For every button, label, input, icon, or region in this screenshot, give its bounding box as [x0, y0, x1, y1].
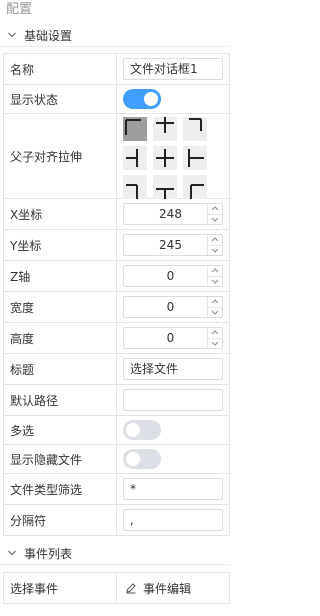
anchor-top-left[interactable] — [123, 117, 147, 141]
width-stepper[interactable]: 0 — [123, 296, 223, 318]
y-row: Y坐标 245 — [4, 230, 229, 261]
separator-row: 分隔符 , — [4, 505, 229, 536]
path-label: 默认路径 — [4, 385, 117, 415]
decrement-icon[interactable] — [208, 306, 222, 318]
height-value: 0 — [166, 331, 175, 345]
width-row: 宽度 0 — [4, 292, 229, 323]
chevron-down-icon — [6, 29, 18, 41]
panel-title: 配置 — [6, 2, 33, 17]
decrement-icon[interactable] — [208, 244, 222, 256]
basic-property-grid: 名称 文件对话框1 显示状态 父子对齐拉伸 X坐标 248 Y坐标 245 Z轴… — [3, 53, 230, 536]
multi-label: 多选 — [4, 416, 117, 444]
z-row: Z轴 0 — [4, 261, 229, 292]
decrement-icon[interactable] — [208, 213, 222, 225]
x-stepper[interactable]: 248 — [123, 203, 223, 225]
x-value: 248 — [159, 207, 182, 221]
anchor-middle-left[interactable] — [123, 146, 147, 170]
anchor-grid — [121, 114, 207, 199]
anchor-bottom-center[interactable] — [153, 175, 177, 199]
edit-event-label: 事件编辑 — [143, 581, 192, 596]
select-event-label: 选择事件 — [4, 573, 117, 603]
name-row: 名称 文件对话框1 — [4, 54, 229, 85]
anchor-center[interactable] — [153, 146, 177, 170]
visible-toggle[interactable] — [123, 89, 161, 109]
width-label: 宽度 — [4, 292, 117, 322]
anchor-row: 父子对齐拉伸 — [4, 114, 229, 199]
chevron-down-icon — [6, 547, 18, 559]
hidden-files-row: 显示隐藏文件 — [4, 445, 229, 474]
y-value: 245 — [159, 238, 182, 252]
height-label: 高度 — [4, 323, 117, 353]
y-stepper[interactable]: 245 — [123, 234, 223, 256]
filter-label: 文件类型筛选 — [4, 474, 117, 504]
visible-row: 显示状态 — [4, 85, 229, 114]
events-section-title: 事件列表 — [24, 546, 73, 561]
filter-row: 文件类型筛选 * — [4, 474, 229, 505]
caption-label: 标题 — [4, 354, 117, 384]
width-value: 0 — [166, 300, 175, 314]
select-event-row: 选择事件 事件编辑 — [4, 573, 229, 604]
edit-icon — [125, 582, 137, 594]
filter-input[interactable]: * — [123, 478, 223, 500]
z-label: Z轴 — [4, 261, 117, 291]
basic-section-header[interactable]: 基础设置 — [0, 24, 231, 47]
increment-icon[interactable] — [208, 266, 222, 276]
increment-icon[interactable] — [208, 328, 222, 338]
basic-section-title: 基础设置 — [24, 28, 73, 43]
anchor-middle-right[interactable] — [183, 146, 207, 170]
increment-icon[interactable] — [208, 235, 222, 245]
z-value: 0 — [166, 269, 175, 283]
x-label: X坐标 — [4, 199, 117, 229]
edit-event-button[interactable]: 事件编辑 — [123, 580, 191, 597]
decrement-icon[interactable] — [208, 275, 222, 287]
caption-input[interactable]: 选择文件 — [123, 358, 223, 380]
caption-row: 标题 选择文件 — [4, 354, 229, 385]
name-label: 名称 — [4, 54, 117, 84]
z-stepper[interactable]: 0 — [123, 265, 223, 287]
height-row: 高度 0 — [4, 323, 229, 354]
visible-label: 显示状态 — [4, 85, 117, 113]
y-label: Y坐标 — [4, 230, 117, 260]
x-row: X坐标 248 — [4, 199, 229, 230]
anchor-top-right[interactable] — [183, 117, 207, 141]
increment-icon[interactable] — [208, 204, 222, 214]
anchor-bottom-left[interactable] — [123, 175, 147, 199]
anchor-label: 父子对齐拉伸 — [4, 114, 117, 198]
hidden-files-label: 显示隐藏文件 — [4, 445, 117, 473]
separator-input[interactable]: , — [123, 509, 223, 531]
path-input[interactable] — [123, 389, 223, 411]
multi-toggle[interactable] — [123, 420, 161, 440]
multi-row: 多选 — [4, 416, 229, 445]
hidden-files-toggle[interactable] — [123, 449, 161, 469]
increment-icon[interactable] — [208, 297, 222, 307]
decrement-icon[interactable] — [208, 337, 222, 349]
height-stepper[interactable]: 0 — [123, 327, 223, 349]
events-property-grid: 选择事件 事件编辑 — [3, 572, 230, 604]
separator-label: 分隔符 — [4, 505, 117, 535]
anchor-bottom-right[interactable] — [183, 175, 207, 199]
events-section-header[interactable]: 事件列表 — [0, 542, 231, 565]
name-input[interactable]: 文件对话框1 — [123, 58, 223, 80]
path-row: 默认路径 — [4, 385, 229, 416]
anchor-top-center[interactable] — [153, 117, 177, 141]
